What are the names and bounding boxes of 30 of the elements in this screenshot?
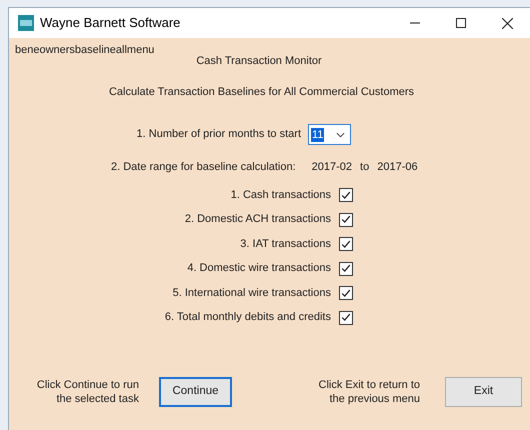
exit-hint: Click Exit to return to the previous menu xyxy=(318,379,420,405)
window-title: Wayne Barnett Software xyxy=(40,14,180,32)
option-checkbox[interactable] xyxy=(339,212,353,226)
option-label: 4. Domestic wire transactions xyxy=(187,262,331,274)
months-label: 1. Number of prior months to start xyxy=(136,128,301,140)
subheading: Calculate Transaction Baselines for All Commercial Customers xyxy=(108,86,414,98)
option-checkbox[interactable] xyxy=(339,262,353,276)
date-range-label: 2. Date range for baseline calculation: xyxy=(111,160,296,175)
option-label: 6. Total monthly debits and credits xyxy=(164,311,331,324)
months-dropdown[interactable]: 11 xyxy=(308,124,351,145)
date-separator: to xyxy=(360,160,370,175)
heading: Cash Transaction Monitor xyxy=(196,55,322,67)
form-name: beneownersbaselineallmenu xyxy=(15,44,154,56)
date-from: 2017-02 xyxy=(312,160,352,175)
option-checkbox[interactable] xyxy=(339,237,353,251)
option-checkbox[interactable] xyxy=(339,286,353,300)
option-checkbox[interactable] xyxy=(339,310,353,324)
option-checkbox[interactable] xyxy=(339,188,353,202)
option-label: 2. Domestic ACH transactions xyxy=(184,213,331,226)
option-label: 3. IAT transactions xyxy=(240,238,331,250)
app-logo-icon xyxy=(18,15,34,31)
option-label: 5. International wire transactions xyxy=(172,286,331,299)
maximize-icon xyxy=(456,18,466,28)
chevron-down-icon xyxy=(336,132,345,138)
continue-hint: Click Continue to run the selected task xyxy=(36,379,139,405)
close-icon xyxy=(502,18,512,28)
exit-button[interactable]: Exit xyxy=(445,377,522,407)
continue-button[interactable]: Continue xyxy=(159,377,232,407)
option-label: 1. Cash transactions xyxy=(230,188,331,201)
date-to: 2017-06 xyxy=(377,160,418,175)
